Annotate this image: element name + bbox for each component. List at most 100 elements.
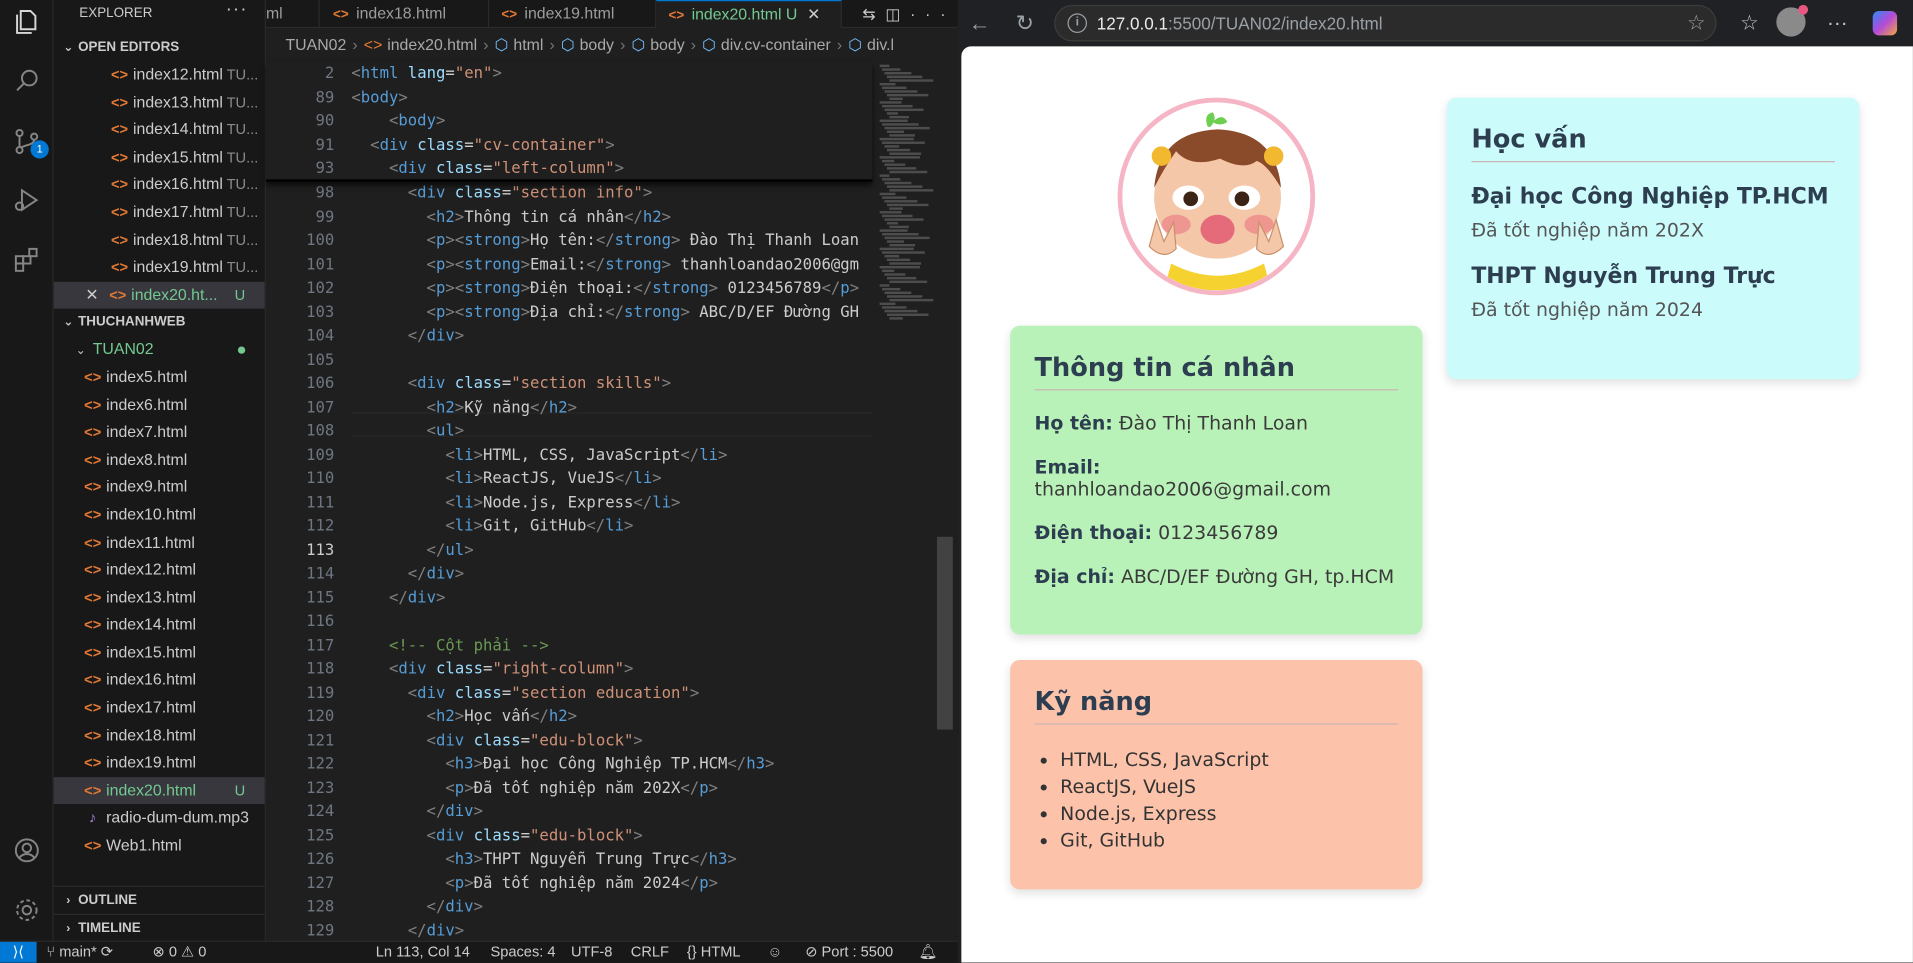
more-actions-icon[interactable]: ···	[226, 0, 248, 23]
file-item[interactable]: <> index6.html	[54, 391, 265, 419]
breadcrumb-item[interactable]: div.cv-container	[721, 35, 831, 53]
file-name: index16.html	[106, 670, 197, 689]
problems-status[interactable]: ⊗ 0 ⚠ 0	[153, 942, 207, 963]
address-bar[interactable]: i 127.0.0.1:5500/TUAN02/index20.html ☆	[1054, 4, 1717, 42]
open-editor-item[interactable]: ✕ <> index20.ht... U	[53, 281, 265, 310]
vertical-scrollbar[interactable]	[936, 536, 953, 730]
file-item[interactable]: <> index19.html	[54, 749, 265, 777]
file-item[interactable]: <> index9.html	[54, 474, 265, 502]
minimap-line	[886, 258, 911, 262]
file-item[interactable]: <> index13.html	[54, 584, 265, 612]
file-item[interactable]: <> index8.html	[54, 446, 265, 474]
breadcrumb-item[interactable]: TUAN02	[285, 35, 346, 53]
code-editor[interactable]: 98 <div class="section info"> 99 <h2>Thôn…	[265, 62, 873, 940]
line-number: 98	[315, 184, 335, 203]
open-editor-item[interactable]: <> index16.html TU...	[54, 171, 265, 199]
open-editor-item[interactable]: <> index15.html TU...	[54, 144, 265, 172]
tab-index19[interactable]: <> index19.html	[489, 0, 657, 29]
file-item[interactable]: <> index14.html	[54, 612, 265, 640]
tab-index18[interactable]: <> index18.html	[321, 0, 490, 29]
breadcrumb-item[interactable]: index20.html	[387, 35, 477, 53]
search-icon[interactable]	[9, 62, 46, 99]
explorer-icon[interactable]	[9, 4, 46, 41]
code-line: <p><strong>Họ tên:</strong> Đào Thị Than…	[426, 231, 860, 251]
open-editors-header[interactable]: ⌄ OPEN EDITORS	[54, 34, 265, 61]
minimap-line	[882, 269, 895, 273]
branch-status[interactable]: ⑂ main* ⟳	[46, 942, 113, 963]
tab-partial[interactable]: ml	[266, 0, 320, 29]
extensions-icon[interactable]	[9, 242, 46, 279]
timeline-header[interactable]: › TIMELINE	[53, 913, 265, 941]
file-item[interactable]: <> index7.html	[54, 419, 265, 447]
open-editor-item[interactable]: <> index12.html TU...	[54, 61, 265, 89]
open-editor-item[interactable]: <> index18.html TU...	[54, 226, 265, 254]
back-icon[interactable]: ←	[965, 9, 994, 38]
open-editor-name: index17.html	[132, 202, 223, 221]
line-number: 106	[306, 374, 335, 393]
code-line: <div class="edu-block">	[426, 731, 643, 750]
minimap[interactable]	[872, 62, 934, 940]
notifications-icon[interactable]: 🔔︎	[919, 942, 938, 963]
open-editor-item[interactable]: <> index14.html TU...	[54, 116, 265, 144]
copilot-icon[interactable]: ☺	[767, 942, 782, 963]
workspace-header[interactable]: ⌄ THUCHANHWEB	[54, 309, 265, 336]
file-name: Web1.html	[106, 835, 182, 855]
copilot-icon[interactable]	[1869, 7, 1901, 39]
file-item[interactable]: <> index12.html	[54, 556, 265, 584]
minimap-line	[879, 284, 890, 287]
remote-icon[interactable]: ⟩⟨	[0, 941, 37, 963]
more-actions-icon[interactable]: ···	[910, 5, 955, 23]
open-editor-item[interactable]: <> index17.html TU...	[54, 199, 265, 227]
file-item[interactable]: <> index18.html	[54, 722, 265, 750]
file-item[interactable]: <> index11.html	[54, 529, 265, 557]
compare-icon[interactable]: ⇆	[862, 5, 885, 23]
encoding-status[interactable]: UTF-8	[571, 942, 612, 963]
minimap-line	[886, 203, 929, 207]
file-item[interactable]: <> index15.html	[54, 639, 265, 667]
open-editor-item[interactable]: <> index19.html TU...	[54, 254, 265, 282]
file-name: index10.html	[106, 504, 197, 524]
minimap-line	[884, 200, 918, 203]
source-control-icon[interactable]: 1	[9, 123, 49, 160]
tab-index20[interactable]: <> index20.html U ✕	[656, 0, 842, 29]
breadcrumb-item[interactable]: body	[650, 35, 684, 53]
breadcrumb-item[interactable]: body	[580, 35, 614, 53]
language-status[interactable]: {} HTML	[687, 942, 741, 963]
run-debug-icon[interactable]	[9, 182, 46, 219]
more-menu-icon[interactable]: ···	[1821, 7, 1853, 39]
live-server-status[interactable]: ⊘ Port : 5500	[805, 942, 893, 963]
open-editors-list: <> index12.html TU... <> index13.html TU... <>…	[53, 61, 265, 310]
profile-avatar[interactable]	[1775, 4, 1809, 38]
edu-block: THPT Nguyễn Trung Trực Đã tốt nghiệp năm …	[1471, 264, 1835, 321]
gear-icon[interactable]	[9, 892, 46, 929]
open-editor-tag: TU...	[226, 258, 259, 276]
favorite-star-icon[interactable]: ☆	[1687, 6, 1706, 40]
file-item[interactable]: ♪ radio-dum-dum.mp3	[54, 805, 265, 833]
open-editor-item[interactable]: <> index13.html TU...	[54, 89, 265, 117]
file-item[interactable]: <> index20.html U	[53, 776, 265, 805]
folder-tuan02[interactable]: ⌄ TUAN02	[54, 336, 265, 364]
split-editor-icon[interactable]: ◫	[885, 5, 910, 23]
cursor-position[interactable]: Ln 113, Col 14	[376, 942, 470, 963]
close-icon[interactable]: ✕	[807, 5, 820, 23]
minimap-line	[882, 141, 925, 144]
account-icon[interactable]	[9, 832, 46, 869]
file-item[interactable]: <> index10.html	[54, 501, 265, 529]
favorites-icon[interactable]: ☆	[1734, 7, 1766, 39]
indentation-status[interactable]: Spaces: 4	[490, 942, 555, 963]
branch-label: main*	[59, 943, 97, 961]
sticky-scroll: 2 <html lang="en"> 89 <body> 90 <body> 91 <di…	[265, 62, 873, 182]
eol-status[interactable]: CRLF	[631, 942, 669, 963]
breadcrumb-item[interactable]: div.l	[867, 35, 894, 53]
close-icon[interactable]: ✕	[85, 285, 103, 303]
breadcrumb-item[interactable]: html	[513, 35, 543, 53]
refresh-icon[interactable]: ↻	[1010, 9, 1039, 38]
skills-title: Kỹ năng	[1034, 687, 1399, 725]
info-field-label: Email:	[1034, 456, 1101, 479]
file-item[interactable]: <> index17.html	[54, 694, 265, 722]
outline-header[interactable]: › OUTLINE	[53, 885, 265, 913]
site-info-icon[interactable]: i	[1067, 13, 1088, 33]
file-item[interactable]: <> index5.html	[54, 363, 265, 391]
file-item[interactable]: <> Web1.html	[54, 832, 265, 860]
file-item[interactable]: <> index16.html	[54, 667, 265, 695]
